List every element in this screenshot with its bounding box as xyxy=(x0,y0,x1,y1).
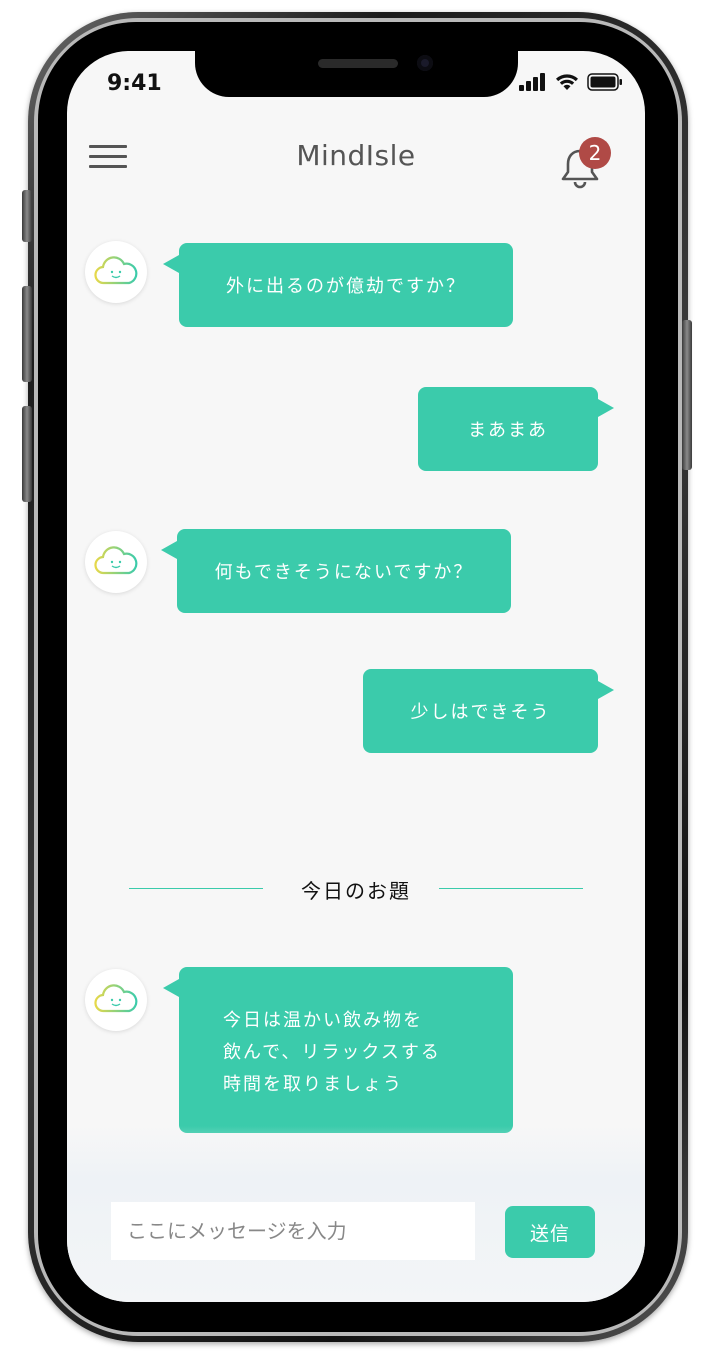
volume-up-button xyxy=(22,286,32,382)
app-header: MindIsle 2 xyxy=(67,131,645,189)
topic-heading: 今日のお題 xyxy=(301,879,411,903)
bot-avatar xyxy=(85,241,147,303)
topic-message-bubble: 今日は温かい飲み物を 飲んで、リラックスする 時間を取りましょう xyxy=(163,967,513,1133)
topic-line: 今日は温かい飲み物を xyxy=(223,1010,423,1031)
cloud-icon xyxy=(94,256,138,285)
signal-icon xyxy=(519,73,545,91)
divider-right xyxy=(439,888,583,889)
speaker xyxy=(318,59,398,68)
app-screen: 9:41 MindIsle 2 外に出るのが億劫ですか？ まあまあ 何もできそう… xyxy=(67,51,645,1302)
message-input[interactable] xyxy=(111,1202,475,1260)
notification-button[interactable]: 2 xyxy=(557,137,613,189)
power-button xyxy=(682,320,692,470)
mute-switch xyxy=(22,190,32,242)
cloud-icon xyxy=(94,546,138,575)
status-time: 9:41 xyxy=(107,71,162,96)
message-bubble-bot: 何もできそうにないですか？ xyxy=(161,529,511,613)
bot-avatar xyxy=(85,969,147,1031)
send-button[interactable]: 送信 xyxy=(505,1206,595,1258)
notch xyxy=(195,51,518,97)
message-bubble-bot: 外に出るのが億劫ですか？ xyxy=(163,243,513,327)
topic-line: 時間を取りましょう xyxy=(223,1074,403,1095)
notification-badge: 2 xyxy=(579,137,611,169)
status-icons xyxy=(519,73,623,91)
front-camera xyxy=(417,55,433,71)
bot-avatar xyxy=(85,531,147,593)
wifi-icon xyxy=(556,74,578,90)
cloud-icon xyxy=(94,984,138,1013)
message-bubble-user: まあまあ xyxy=(418,387,614,471)
battery-icon xyxy=(587,73,622,91)
message-bubble-user: 少しはできそう xyxy=(363,669,614,753)
topic-line: 飲んで、リラックスする xyxy=(223,1042,441,1063)
volume-down-button xyxy=(22,406,32,502)
